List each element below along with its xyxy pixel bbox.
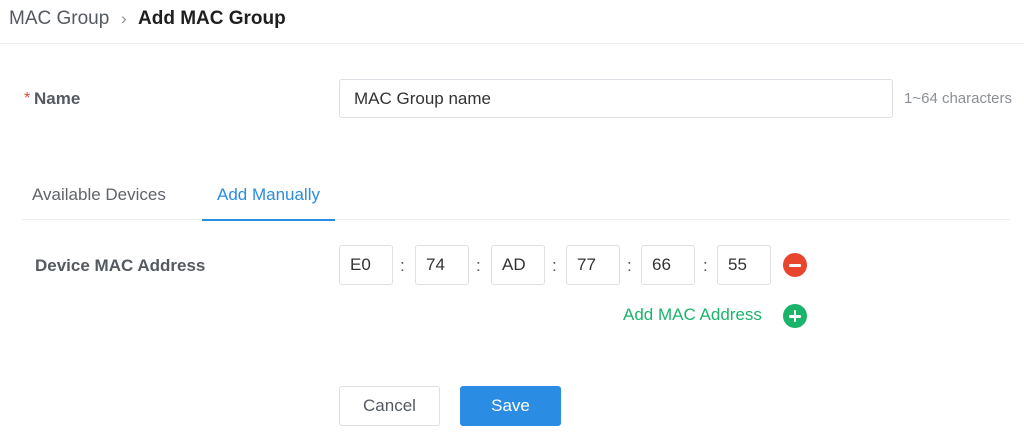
mac-separator: :: [703, 256, 708, 275]
plus-circle-icon[interactable]: [783, 304, 807, 328]
breadcrumb-parent[interactable]: MAC Group: [9, 8, 109, 30]
minus-circle-icon[interactable]: [783, 253, 807, 277]
cancel-button[interactable]: Cancel: [339, 386, 440, 426]
mac-segment-3[interactable]: [491, 245, 545, 285]
mac-separator: :: [627, 256, 632, 275]
mac-segment-2[interactable]: [415, 245, 469, 285]
mac-separator: :: [400, 256, 405, 275]
mac-address-label: Device MAC Address: [35, 256, 206, 275]
tab-label: Add Manually: [216, 185, 320, 204]
tab-add-manually[interactable]: Add Manually: [202, 175, 335, 221]
page-header: MAC Group › Add MAC Group: [0, 0, 1024, 44]
name-input[interactable]: [339, 79, 893, 118]
name-hint: 1~64 characters: [904, 90, 1012, 107]
chevron-right-icon: ›: [121, 9, 127, 28]
tab-label: Available Devices: [32, 185, 166, 204]
add-mac-address-link[interactable]: Add MAC Address: [623, 305, 762, 325]
mac-segment-6[interactable]: [717, 245, 771, 285]
mac-segment-4[interactable]: [566, 245, 620, 285]
required-mark: *: [24, 90, 31, 107]
mac-separator: :: [476, 256, 481, 275]
mac-segment-1[interactable]: [339, 245, 393, 285]
save-button[interactable]: Save: [460, 386, 561, 426]
mac-segment-5[interactable]: [641, 245, 695, 285]
mac-separator: :: [552, 256, 557, 275]
page-title: Add MAC Group: [138, 8, 286, 29]
tab-available-devices[interactable]: Available Devices: [32, 175, 166, 220]
name-label: Name: [34, 89, 81, 108]
tab-bar: Available Devices Add Manually: [22, 175, 1010, 221]
